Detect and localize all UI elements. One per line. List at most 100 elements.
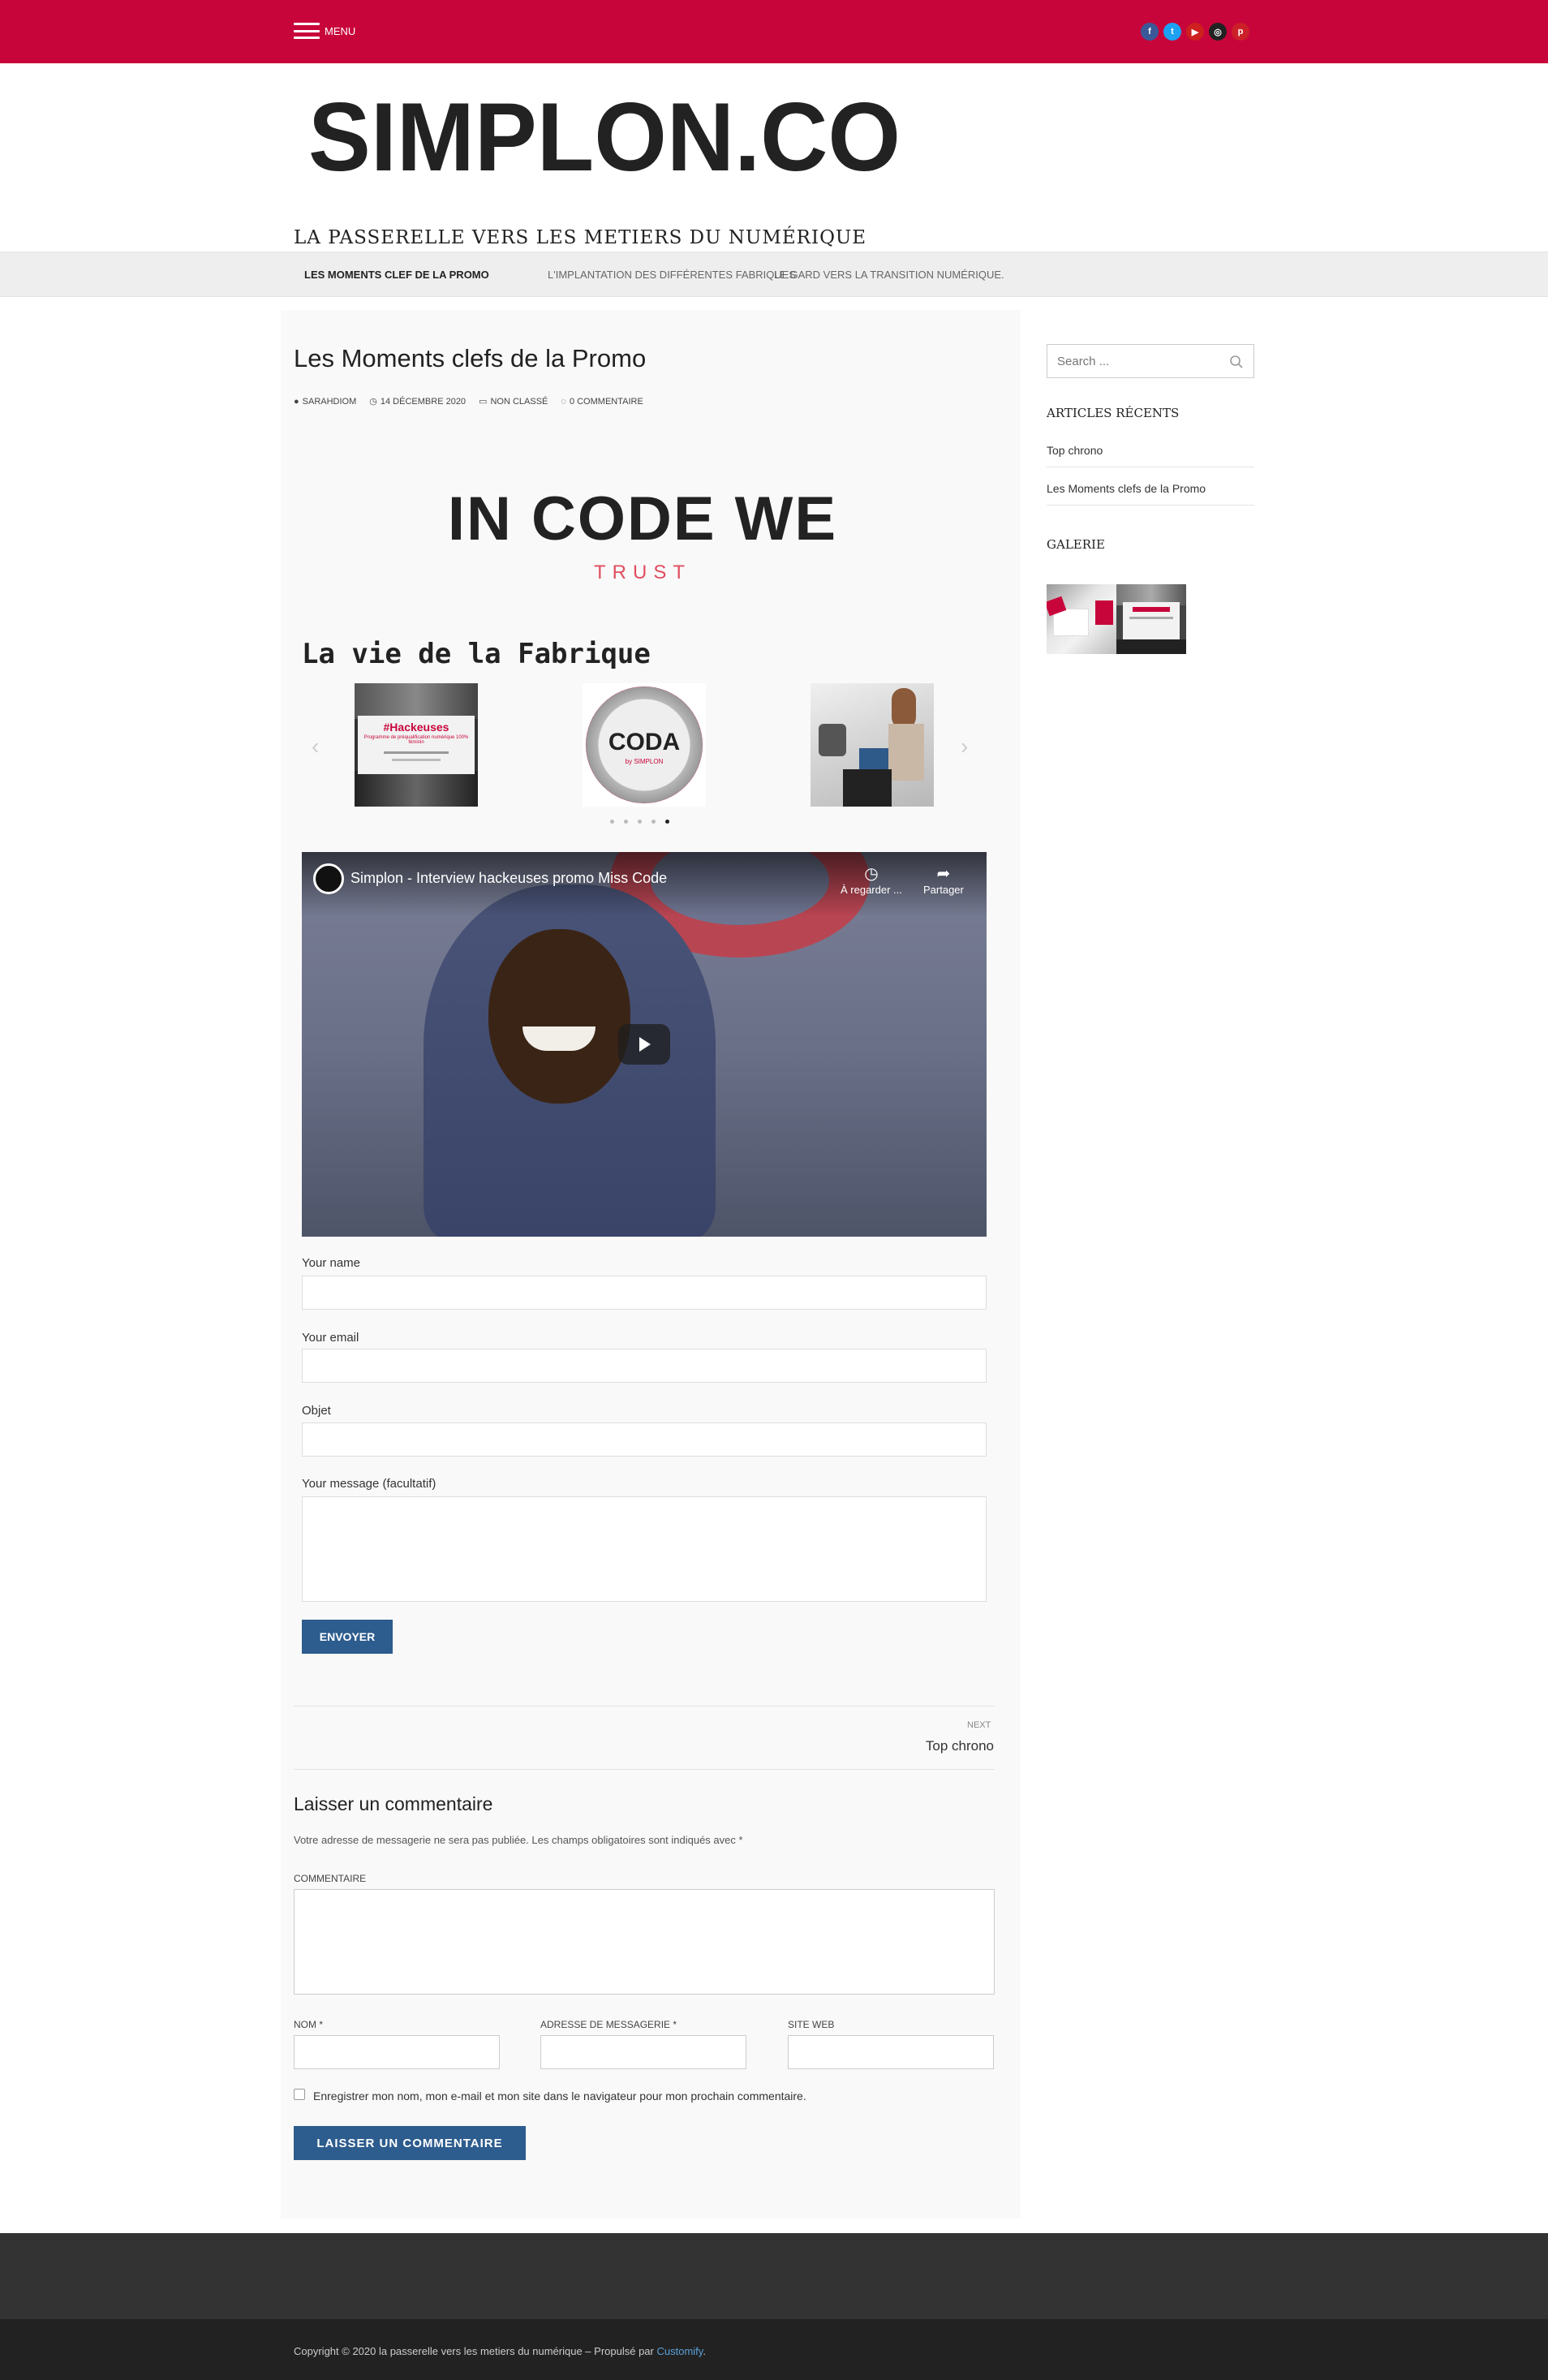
post-meta: ● SARAHDIOM ◷ 14 DÉCEMBRE 2020 ▭ NON CLASSÉ…	[294, 396, 643, 407]
submit-comment-button[interactable]: LAISSER UN COMMENTAIRE	[294, 2126, 526, 2160]
nav-item-gard[interactable]: LE GARD VERS LA TRANSITION NUMÉRIQUE.	[774, 269, 1004, 281]
site-logo[interactable]: SIMPLON.CO	[308, 81, 909, 187]
sidebar-search	[1047, 344, 1254, 378]
watch-later-button[interactable]: ◷ À regarder ...	[841, 863, 902, 896]
carousel-dot[interactable]	[651, 820, 656, 824]
play-button[interactable]	[618, 1024, 670, 1065]
carousel-dot-active[interactable]	[665, 820, 669, 824]
play-icon	[639, 1037, 651, 1052]
facebook-icon[interactable]: f	[1141, 23, 1159, 41]
author-name-input[interactable]	[294, 2035, 500, 2069]
search-icon[interactable]	[1229, 355, 1244, 369]
recent-posts-title: ARTICLES RÉCENTS	[1047, 406, 1180, 420]
post-date[interactable]: ◷ 14 DÉCEMBRE 2020	[369, 396, 466, 407]
motto-main: IN CODE WE	[447, 484, 838, 553]
post-comments[interactable]: ◌ 0 COMMENTAIRE	[561, 396, 643, 407]
recent-post-link[interactable]: Les Moments clefs de la Promo	[1047, 482, 1254, 506]
top-bar: MENU f t ▶ ◎ p	[0, 0, 1548, 63]
carousel-dot[interactable]	[638, 820, 642, 824]
post-category[interactable]: ▭ NON CLASSÉ	[479, 396, 548, 407]
contact-name-label: Your name	[302, 1256, 360, 1270]
hamburger-icon	[294, 23, 320, 39]
slide-hackeuses[interactable]: #Hackeuses Programme de préqualification…	[355, 683, 478, 807]
channel-logo-icon[interactable]	[313, 863, 344, 894]
date-label: 14 DÉCEMBRE 2020	[380, 396, 467, 407]
folder-icon: ▭	[479, 397, 488, 407]
slide-coda[interactable]: CODA by SIMPLON	[583, 683, 706, 807]
divider	[294, 1769, 995, 1770]
post-title: Les Moments clefs de la Promo	[294, 344, 647, 372]
copyright-label: Copyright © 2020 la passerelle vers les …	[294, 2345, 657, 2357]
comments-label: 0 COMMENTAIRE	[569, 396, 643, 407]
copyright-text: Copyright © 2020 la passerelle vers les …	[294, 2345, 706, 2357]
gallery-image[interactable]	[1047, 584, 1116, 654]
contact-name-input[interactable]	[302, 1276, 987, 1310]
author-name-label: NOM *	[294, 2019, 323, 2030]
next-label: NEXT	[967, 1720, 991, 1730]
author-website-input[interactable]	[788, 2035, 994, 2069]
pinterest-icon[interactable]: p	[1232, 23, 1249, 41]
menu-button[interactable]: MENU	[294, 23, 355, 39]
comment-icon: ◌	[561, 396, 566, 407]
recent-post-link[interactable]: Top chrono	[1047, 444, 1254, 467]
send-button[interactable]: ENVOYER	[302, 1620, 393, 1654]
copyright-suffix: .	[703, 2345, 706, 2357]
logo-text: SIMPLON.CO	[308, 83, 901, 187]
social-links: f t ▶ ◎ p	[1141, 23, 1249, 41]
next-post-link[interactable]: Top chrono	[926, 1738, 994, 1754]
carousel-dot[interactable]	[624, 820, 628, 824]
slide-classroom-photo[interactable]	[811, 683, 934, 807]
coda-slide-title: CODA	[608, 729, 681, 755]
coda-slide-subtitle: by SIMPLON	[625, 758, 664, 765]
gallery-image[interactable]	[1116, 584, 1186, 654]
contact-subject-label: Objet	[302, 1404, 331, 1418]
customify-link[interactable]: Customify	[656, 2345, 703, 2357]
primary-nav: LES MOMENTS CLEF DE LA PROMO L'IMPLANTAT…	[0, 252, 1548, 297]
menu-label: MENU	[325, 24, 356, 37]
hackeuses-slide-subtitle: Programme de préqualification numérique …	[363, 735, 469, 745]
remember-label: Enregistrer mon nom, mon e-mail et mon s…	[313, 2089, 806, 2102]
contact-message-textarea[interactable]	[302, 1496, 987, 1602]
carousel-dots	[610, 820, 669, 824]
twitter-icon[interactable]: t	[1163, 23, 1181, 41]
comment-textarea[interactable]	[294, 1889, 995, 1995]
hackeuses-slide-title: #Hackeuses	[383, 721, 449, 734]
carousel-next-icon[interactable]: ›	[961, 734, 968, 760]
clock-icon: ◷	[864, 865, 879, 883]
instagram-icon[interactable]: ◎	[1209, 23, 1227, 41]
comment-form-title: Laisser un commentaire	[294, 1793, 493, 1814]
nav-item-implantation[interactable]: L'IMPLANTATION DES DIFFÉRENTES FABRIQUES	[548, 269, 796, 281]
gallery-title: GALERIE	[1047, 537, 1105, 552]
carousel-dot[interactable]	[610, 820, 614, 824]
category-label: NON CLASSÉ	[490, 396, 548, 407]
share-label: Partager	[923, 884, 964, 896]
nav-item-moments[interactable]: LES MOMENTS CLEF DE LA PROMO	[304, 269, 489, 281]
post-author[interactable]: ● SARAHDIOM	[294, 396, 356, 407]
user-icon: ●	[294, 396, 299, 407]
share-button[interactable]: ➦ Partager	[923, 863, 964, 896]
clock-icon: ◷	[369, 397, 377, 407]
watch-later-label: À regarder ...	[841, 884, 902, 896]
video-title[interactable]: Simplon - Interview hackeuses promo Miss…	[350, 870, 667, 887]
youtube-icon[interactable]: ▶	[1186, 23, 1204, 41]
contact-message-label: Your message (facultatif)	[302, 1477, 436, 1491]
contact-email-label: Your email	[302, 1331, 359, 1345]
comment-form-notice: Votre adresse de messagerie ne sera pas …	[294, 1834, 743, 1846]
author-label: SARAHDIOM	[302, 396, 357, 407]
author-email-input[interactable]	[540, 2035, 746, 2069]
search-input[interactable]	[1047, 345, 1218, 377]
author-email-label: ADRESSE DE MESSAGERIE *	[540, 2019, 677, 2030]
carousel-prev-icon[interactable]: ‹	[312, 734, 319, 760]
footer-widgets	[0, 2233, 1548, 2319]
author-website-label: SITE WEB	[788, 2019, 835, 2030]
remember-checkbox[interactable]	[294, 2089, 305, 2100]
contact-email-input[interactable]	[302, 1349, 987, 1383]
comment-label: COMMENTAIRE	[294, 1873, 367, 1884]
fabrique-title: La vie de la Fabrique	[302, 638, 651, 670]
motto-sub: TRUST	[594, 562, 691, 583]
share-icon: ➦	[936, 865, 951, 883]
contact-subject-input[interactable]	[302, 1422, 987, 1457]
video-embed[interactable]: Simplon - Interview hackeuses promo Miss…	[302, 852, 987, 1237]
footer-bottom	[0, 2319, 1548, 2380]
site-tagline: LA PASSERELLE VERS LES METIERS DU NUMÉRI…	[294, 227, 867, 248]
